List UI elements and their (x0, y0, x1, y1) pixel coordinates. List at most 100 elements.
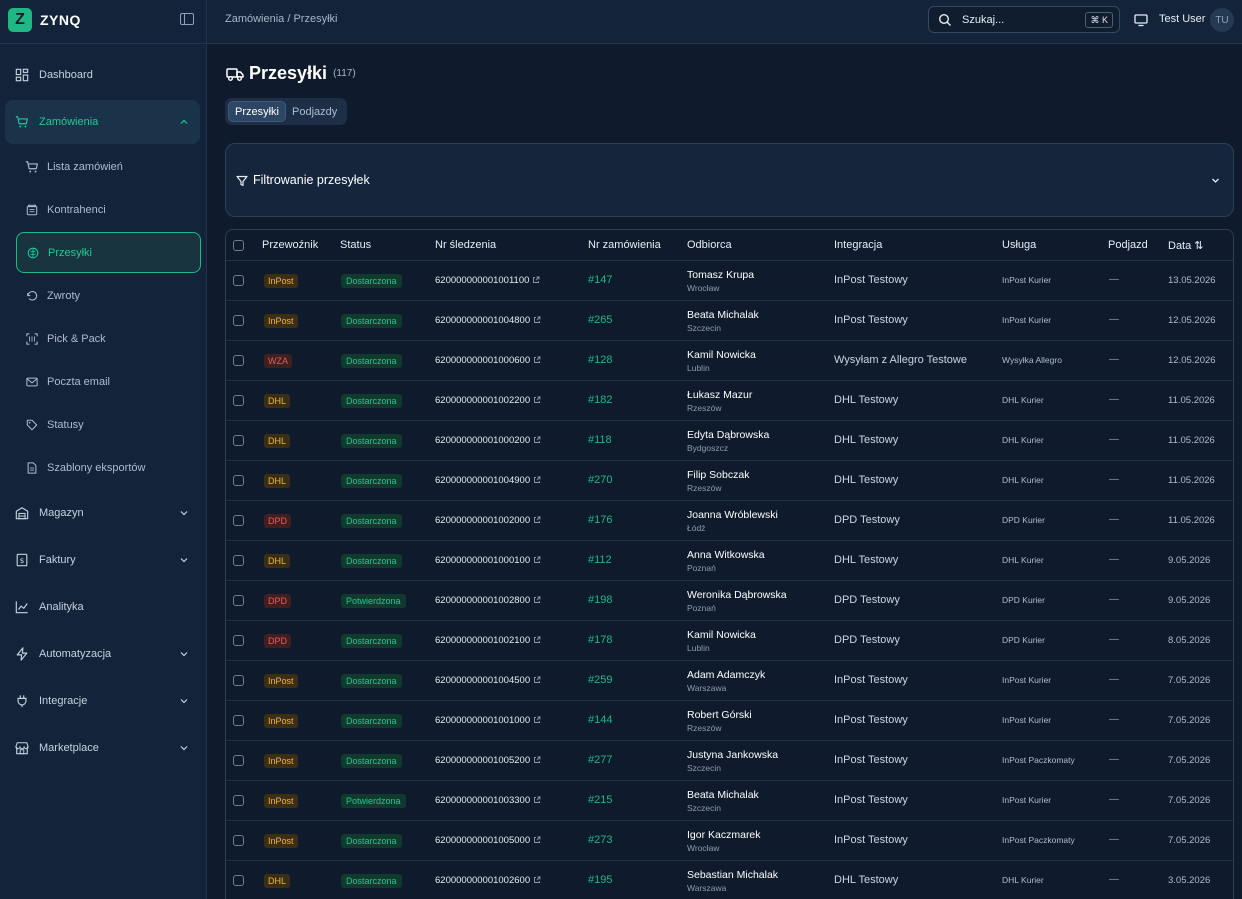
tracking-link[interactable]: 620000000001004800 (435, 315, 541, 326)
row-checkbox[interactable] (233, 515, 244, 526)
row-checkbox[interactable] (233, 475, 244, 486)
chevron-down-icon[interactable] (180, 743, 188, 751)
sidebar-subitem-3[interactable]: Przesyłki (16, 232, 201, 273)
order-link[interactable]: #144 (588, 714, 612, 726)
tracking-link[interactable]: 620000000001002800 (435, 595, 541, 606)
column-header-integration[interactable]: Integracja (834, 239, 882, 251)
tracking-link[interactable]: 620000000001000100 (435, 555, 541, 566)
sidebar-item-magazyn[interactable]: Magazyn (5, 495, 200, 531)
row-checkbox[interactable] (233, 875, 244, 886)
table-row[interactable]: InPost Dostarczona 620000000001004500 #259 A… (226, 661, 1233, 701)
chevron-down-icon[interactable] (180, 508, 188, 516)
tracking-link[interactable]: 620000000001004500 (435, 675, 541, 686)
sidebar-subitem-1[interactable]: Lista zamówień (16, 146, 201, 187)
chevron-down-icon[interactable] (180, 649, 188, 657)
chevron-down-icon[interactable] (180, 696, 188, 704)
row-checkbox[interactable] (233, 835, 244, 846)
table-row[interactable]: DHL Dostarczona 620000000001004900 #270 Fili… (226, 461, 1233, 501)
order-link[interactable]: #195 (588, 874, 612, 886)
order-link[interactable]: #273 (588, 834, 612, 846)
tracking-link[interactable]: 620000000001004900 (435, 475, 541, 486)
table-row[interactable]: DPD Potwierdzona 620000000001002800 #198 Wer… (226, 581, 1233, 621)
select-all-checkbox[interactable] (233, 240, 244, 251)
user-name[interactable]: Test User (1159, 13, 1205, 25)
tracking-link[interactable]: 620000000001000600 (435, 355, 541, 366)
chevron-up-icon[interactable] (180, 117, 188, 125)
tracking-link[interactable]: 620000000001003300 (435, 795, 541, 806)
row-checkbox[interactable] (233, 755, 244, 766)
table-row[interactable]: DPD Dostarczona 620000000001002100 #178 Kami… (226, 621, 1233, 661)
sidebar-collapse-icon[interactable] (180, 13, 194, 25)
order-link[interactable]: #270 (588, 474, 612, 486)
table-row[interactable]: InPost Dostarczona 620000000001005000 #273 I… (226, 821, 1233, 861)
table-row[interactable]: WZA Dostarczona 620000000001000600 #128 Kami… (226, 341, 1233, 381)
column-header-status[interactable]: Status (340, 239, 371, 251)
order-link[interactable]: #259 (588, 674, 612, 686)
order-link[interactable]: #128 (588, 354, 612, 366)
column-header-recipient[interactable]: Odbiorca (687, 239, 732, 251)
column-header-tracking[interactable]: Nr śledzenia (435, 239, 496, 251)
column-header-order[interactable]: Nr zamówienia (588, 239, 661, 251)
chevron-down-icon[interactable] (180, 555, 188, 563)
order-link[interactable]: #118 (588, 434, 612, 446)
table-row[interactable]: InPost Dostarczona 620000000001001000 #144 R… (226, 701, 1233, 741)
table-row[interactable]: InPost Dostarczona 620000000001004800 #265 B… (226, 301, 1233, 341)
order-link[interactable]: #215 (588, 794, 612, 806)
tracking-link[interactable]: 620000000001001100 (435, 275, 540, 286)
sidebar-subitem-2[interactable]: Kontrahenci (16, 189, 201, 230)
row-checkbox[interactable] (233, 715, 244, 726)
table-row[interactable]: DHL Dostarczona 620000000001002600 #195 Seba… (226, 861, 1233, 899)
table-row[interactable]: DPD Dostarczona 620000000001002000 #176 Joan… (226, 501, 1233, 541)
search-input[interactable]: Szukaj... ⌘ K (928, 6, 1120, 33)
table-row[interactable]: InPost Dostarczona 620000000001005200 #277 J… (226, 741, 1233, 781)
column-header-slot[interactable]: Podjazd (1108, 239, 1148, 251)
row-checkbox[interactable] (233, 395, 244, 406)
avatar[interactable]: TU (1210, 8, 1234, 32)
order-link[interactable]: #112 (588, 554, 612, 566)
order-link[interactable]: #176 (588, 514, 612, 526)
sidebar-subitem-6[interactable]: Poczta email (16, 361, 201, 402)
tracking-link[interactable]: 620000000001001000 (435, 715, 541, 726)
row-checkbox[interactable] (233, 795, 244, 806)
order-link[interactable]: #178 (588, 634, 612, 646)
row-checkbox[interactable] (233, 355, 244, 366)
sidebar-subitem-4[interactable]: Zwroty (16, 275, 201, 316)
sidebar-subitem-8[interactable]: Szablony eksportów (16, 447, 201, 488)
tracking-link[interactable]: 620000000001002000 (435, 515, 541, 526)
row-checkbox[interactable] (233, 595, 244, 606)
row-checkbox[interactable] (233, 315, 244, 326)
table-row[interactable]: DHL Dostarczona 620000000001000100 #112 Anna… (226, 541, 1233, 581)
row-checkbox[interactable] (233, 275, 244, 286)
sidebar-item-faktury[interactable]: $ Faktury (5, 542, 200, 578)
order-link[interactable]: #277 (588, 754, 612, 766)
row-checkbox[interactable] (233, 675, 244, 686)
tab-przesylki[interactable]: Przesyłki (228, 101, 287, 122)
chevron-down-icon[interactable] (1211, 176, 1220, 185)
tracking-link[interactable]: 620000000001000200 (435, 435, 541, 446)
order-link[interactable]: #265 (588, 314, 612, 326)
row-checkbox[interactable] (233, 435, 244, 446)
row-checkbox[interactable] (233, 555, 244, 566)
table-row[interactable]: InPost Dostarczona 620000000001001100 #147 T… (226, 261, 1233, 301)
sidebar-item-marketplace[interactable]: Marketplace (5, 730, 200, 766)
table-row[interactable]: DHL Dostarczona 620000000001002200 #182 Łuka… (226, 381, 1233, 421)
tracking-link[interactable]: 620000000001002100 (435, 635, 541, 646)
column-header-service[interactable]: Usługa (1002, 239, 1036, 251)
sidebar-item-automatyzacja[interactable]: Automatyzacja (5, 636, 200, 672)
sidebar-subitem-7[interactable]: Statusy (16, 404, 201, 445)
row-checkbox[interactable] (233, 635, 244, 646)
order-link[interactable]: #147 (588, 274, 612, 286)
tracking-link[interactable]: 620000000001005000 (435, 835, 541, 846)
table-row[interactable]: InPost Potwierdzona 620000000001003300 #215… (226, 781, 1233, 821)
tracking-link[interactable]: 620000000001005200 (435, 755, 541, 766)
brand[interactable]: Z ZYNQ (8, 7, 81, 33)
tracking-link[interactable]: 620000000001002200 (435, 395, 541, 406)
column-header-carrier[interactable]: Przewoźnik (262, 239, 318, 251)
sidebar-item-analityka[interactable]: Analityka (5, 589, 200, 625)
column-header-date[interactable]: Data ⇅ (1168, 239, 1204, 252)
filter-panel[interactable]: Filtrowanie przesyłek (225, 143, 1234, 217)
sidebar-subitem-5[interactable]: Pick & Pack (16, 318, 201, 359)
tab-podjazdy[interactable]: Podjazdy (286, 101, 343, 122)
order-link[interactable]: #182 (588, 394, 612, 406)
monitor-icon[interactable] (1134, 13, 1148, 27)
